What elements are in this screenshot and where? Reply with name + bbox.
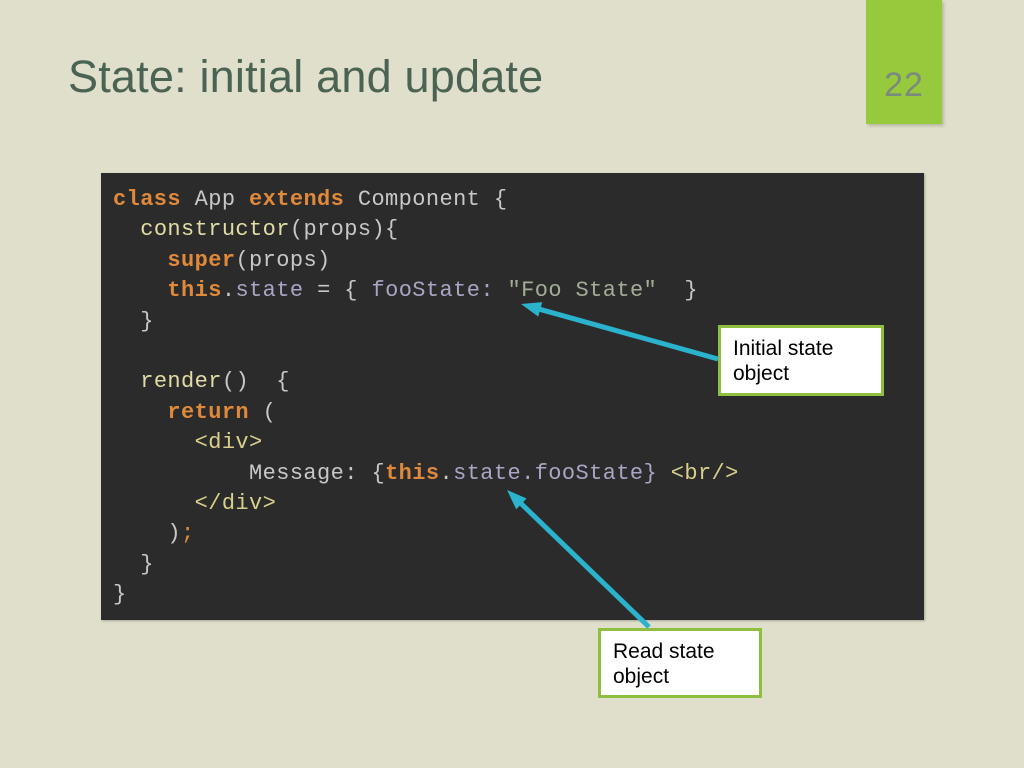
code-token: = { (303, 278, 372, 304)
code-token: Message: (113, 460, 372, 486)
code-token: ( (249, 399, 277, 425)
code-token: (props) (235, 247, 331, 273)
code-token: this (167, 278, 222, 304)
slide-number-text: 22 (884, 66, 924, 104)
code-token: { (371, 460, 386, 486)
code-line: <div> (113, 428, 739, 458)
code-token: state.fooState (453, 460, 644, 486)
code-listing: class App extends Component { constructo… (113, 185, 739, 610)
code-line: return ( (113, 398, 739, 428)
code-token: constructor (140, 217, 290, 243)
code-token: } (113, 582, 127, 608)
code-block: class App extends Component { constructo… (101, 173, 924, 620)
code-line: </div> (113, 489, 739, 519)
code-token: "Foo State" (507, 278, 658, 304)
code-line: render() { (113, 367, 739, 397)
code-token: class (113, 187, 182, 212)
callout-read-state-line-2: object (613, 665, 670, 688)
callout-initial-state-line-1: Initial state (733, 337, 834, 360)
code-token: Component { (344, 187, 508, 212)
callout-initial-state: Initial state object (718, 325, 884, 396)
code-token: : (480, 278, 494, 304)
code-token: super (167, 247, 236, 273)
code-line: } (113, 550, 739, 580)
code-line (113, 337, 739, 367)
code-line: class App extends Component { (113, 185, 739, 215)
code-token: . (439, 460, 454, 486)
code-line: ); (113, 519, 739, 549)
code-token: </div> (194, 490, 277, 516)
callout-read-state: Read state object (598, 628, 762, 698)
code-token: return (167, 399, 250, 425)
code-line: this.state = { fooState: "Foo State" } (113, 276, 739, 306)
code-token: } (113, 308, 154, 334)
code-token: ) (113, 521, 182, 547)
code-token: fooState (371, 278, 481, 304)
code-line: super(props) (113, 246, 739, 276)
code-token: () { (221, 369, 290, 395)
code-line: } (113, 580, 739, 610)
code-token: App (181, 187, 250, 212)
code-token: ; (181, 521, 195, 547)
callout-initial-state-line-2: object (733, 362, 790, 385)
slide-number-badge: 22 (866, 0, 942, 124)
code-token: <div> (194, 430, 263, 456)
callout-read-state-line-1: Read state (613, 640, 715, 663)
code-token: <br/> (670, 460, 739, 486)
code-line: constructor(props){ (113, 215, 739, 245)
code-line: Message: {this.state.fooState} <br/> (113, 459, 739, 489)
code-token: (props){ (289, 217, 399, 243)
code-token: this (385, 460, 440, 486)
code-token: state (235, 278, 304, 304)
code-token: } (113, 551, 154, 577)
code-token: } (643, 460, 658, 486)
code-token: } (657, 278, 698, 304)
code-line: } (113, 307, 739, 337)
code-token: . (221, 278, 236, 304)
code-token: extends (249, 187, 345, 212)
page-title: State: initial and update (68, 51, 544, 102)
code-token: render (140, 369, 222, 395)
